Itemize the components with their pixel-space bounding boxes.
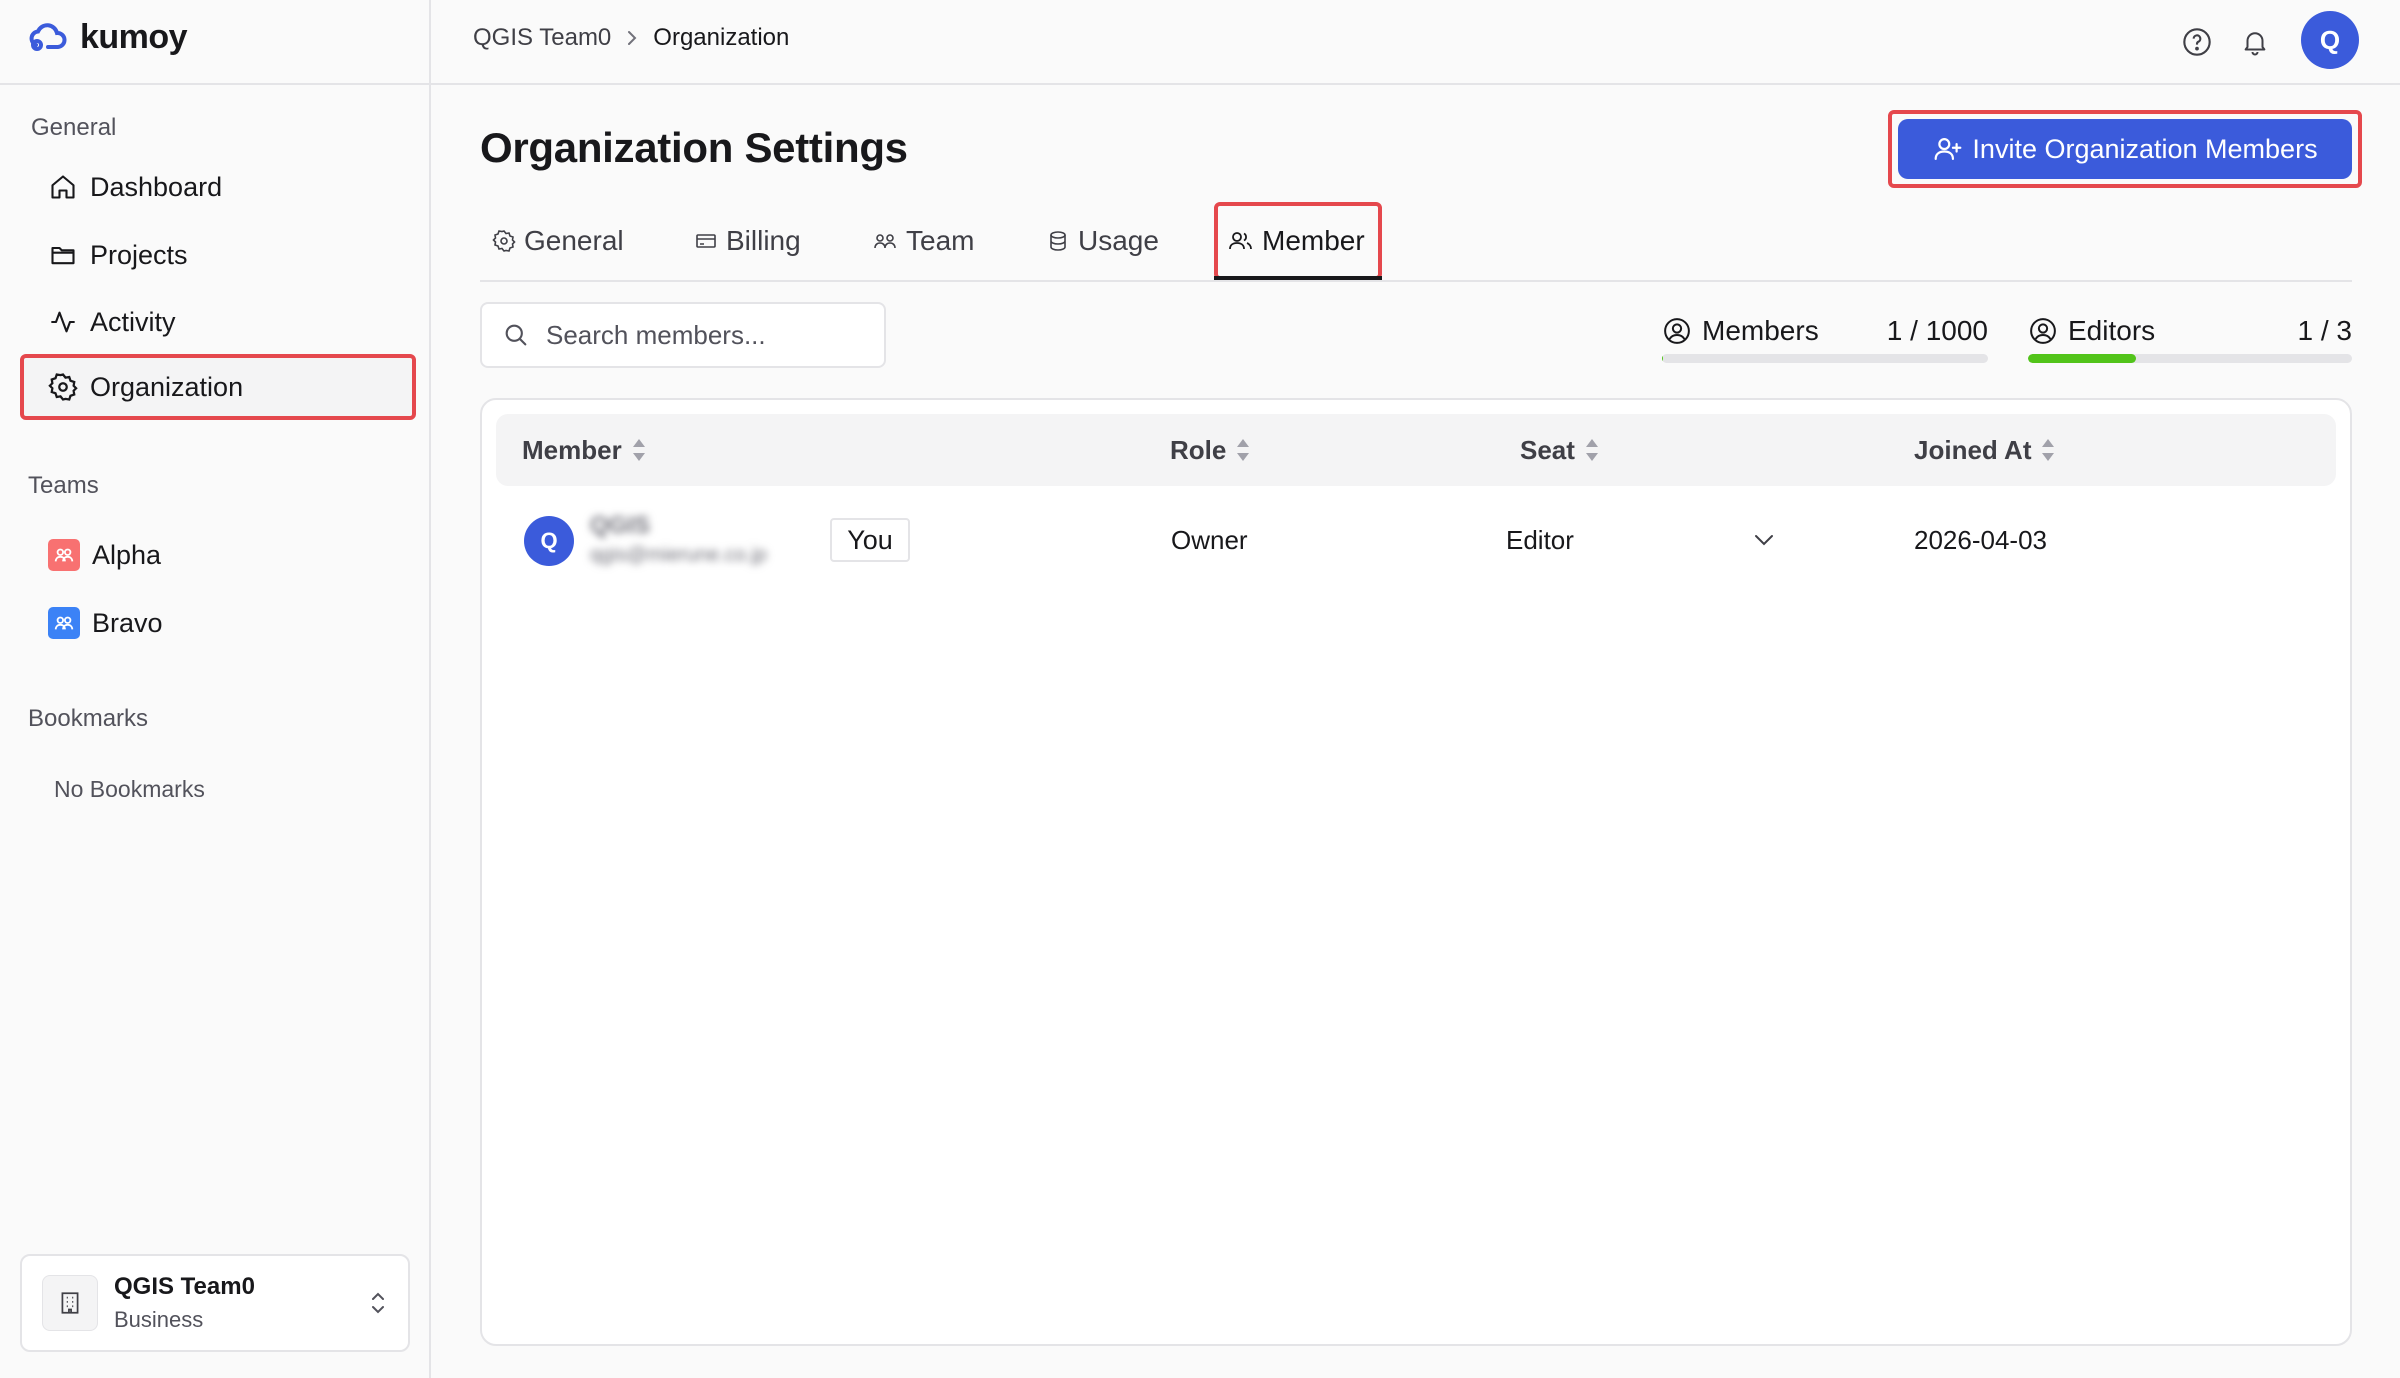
editors-stat: Editors 1 / 3	[2028, 306, 2352, 356]
seat-value: Editor	[1506, 524, 1574, 555]
editors-label: Editors	[2068, 315, 2156, 346]
search-input[interactable]	[544, 318, 868, 352]
breadcrumb: QGIS Team0 Organization	[473, 24, 789, 52]
nav-dashboard-label: Dashboard	[90, 171, 223, 202]
member-email: qgis@mierune.co.jp	[590, 544, 768, 566]
nav-organization[interactable]: Organization	[20, 354, 416, 420]
team-alpha-label: Alpha	[92, 539, 162, 570]
invite-members-button[interactable]: Invite Organization Members	[1898, 119, 2352, 179]
sort-icon	[1585, 437, 1599, 463]
org-name: QGIS Team0	[114, 1273, 255, 1300]
team-item-bravo[interactable]: Bravo	[24, 595, 410, 651]
team-icon	[872, 229, 898, 253]
member-role: Owner	[1171, 525, 1248, 555]
nav-projects[interactable]: Projects	[24, 227, 410, 283]
cloud-logo-icon	[29, 22, 67, 51]
logo[interactable]: kumoy	[28, 18, 188, 57]
seat-select[interactable]: Editor	[1506, 516, 1776, 564]
teams-heading: Teams	[28, 472, 99, 499]
column-role-label: Role	[1170, 434, 1227, 465]
team-icon	[48, 607, 80, 639]
user-circle-icon	[1662, 316, 1692, 346]
search-icon	[502, 321, 530, 349]
nav-organization-label: Organization	[90, 371, 244, 402]
sort-icon	[1236, 437, 1250, 463]
you-badge: You	[830, 518, 910, 562]
tab-general-label: General	[524, 225, 624, 256]
page-title: Organization Settings	[480, 124, 908, 171]
member-joined-at: 2026-04-03	[1914, 525, 2047, 555]
members-stat: Members 1 / 1000	[1662, 306, 1988, 356]
database-icon	[1046, 229, 1070, 253]
activity-icon	[48, 307, 78, 337]
sort-icon	[2041, 437, 2055, 463]
column-joined-label: Joined At	[1914, 434, 2032, 465]
home-icon	[48, 172, 78, 202]
help-icon[interactable]	[2177, 22, 2217, 62]
gear-icon	[48, 372, 78, 402]
member-name: QGIS	[590, 512, 651, 539]
general-heading: General	[31, 114, 117, 141]
team-item-alpha[interactable]: Alpha	[24, 527, 410, 583]
members-table	[480, 398, 2352, 1346]
org-plan: Business	[114, 1307, 204, 1332]
chevron-up-down-icon	[368, 1289, 388, 1317]
editors-progress	[2028, 354, 2352, 363]
tab-team[interactable]: Team	[872, 218, 974, 264]
building-icon	[42, 1275, 98, 1331]
sidebar-divider	[0, 83, 431, 85]
tab-general[interactable]: General	[492, 218, 624, 264]
user-avatar[interactable]: Q	[2301, 11, 2359, 69]
tab-billing[interactable]: Billing	[694, 218, 801, 264]
column-header-joined-at[interactable]: Joined At	[1914, 414, 2055, 486]
logo-text: kumoy	[80, 18, 188, 56]
editors-progress-fill	[2028, 354, 2136, 363]
nav-activity[interactable]: Activity	[24, 294, 410, 350]
gear-icon	[492, 229, 516, 253]
team-bravo-label: Bravo	[92, 607, 163, 638]
folder-icon	[48, 240, 78, 270]
bookmarks-heading: Bookmarks	[28, 705, 149, 732]
nav-projects-label: Projects	[90, 239, 188, 270]
active-tab-indicator	[1214, 276, 1382, 280]
org-switcher[interactable]: QGIS Team0 Business	[20, 1254, 410, 1352]
table-header: Member Role Seat Joined At	[496, 414, 2336, 486]
members-label: Members	[1702, 315, 1819, 346]
tab-usage-label: Usage	[1078, 225, 1159, 256]
credit-card-icon	[694, 229, 718, 253]
bell-icon[interactable]	[2235, 22, 2275, 62]
sort-icon	[632, 437, 646, 463]
chevron-right-icon	[625, 28, 639, 48]
user-circle-icon	[2028, 316, 2058, 346]
breadcrumb-current: Organization	[653, 24, 790, 51]
team-icon	[48, 539, 80, 571]
user-plus-icon	[1932, 134, 1964, 164]
tab-team-label: Team	[906, 225, 975, 256]
topbar: QGIS Team0 Organization Q	[431, 0, 2400, 85]
chevron-down-icon	[1752, 532, 1776, 548]
column-member-label: Member	[522, 434, 622, 465]
search-box[interactable]	[480, 302, 886, 368]
nav-dashboard[interactable]: Dashboard	[24, 159, 410, 215]
invite-members-label: Invite Organization Members	[1972, 133, 2318, 164]
no-bookmarks-text: No Bookmarks	[54, 776, 205, 802]
tab-member-highlight	[1214, 202, 1382, 280]
column-seat-label: Seat	[1520, 434, 1575, 465]
breadcrumb-org[interactable]: QGIS Team0	[473, 24, 611, 52]
members-progress	[1662, 354, 1988, 363]
tab-usage[interactable]: Usage	[1046, 218, 1159, 264]
member-avatar: Q	[524, 516, 574, 566]
column-header-role[interactable]: Role	[1170, 414, 1250, 486]
column-header-seat[interactable]: Seat	[1520, 414, 1599, 486]
tab-billing-label: Billing	[726, 225, 801, 256]
settings-tabs: General Billing Team Usage Member	[480, 200, 2352, 282]
sidebar: kumoy General Dashboard Projects Activit…	[0, 0, 431, 1378]
members-count: 1 / 1000	[1886, 315, 1988, 346]
editors-count: 1 / 3	[2297, 315, 2352, 346]
nav-activity-label: Activity	[90, 306, 176, 337]
column-header-member[interactable]: Member	[522, 414, 646, 486]
